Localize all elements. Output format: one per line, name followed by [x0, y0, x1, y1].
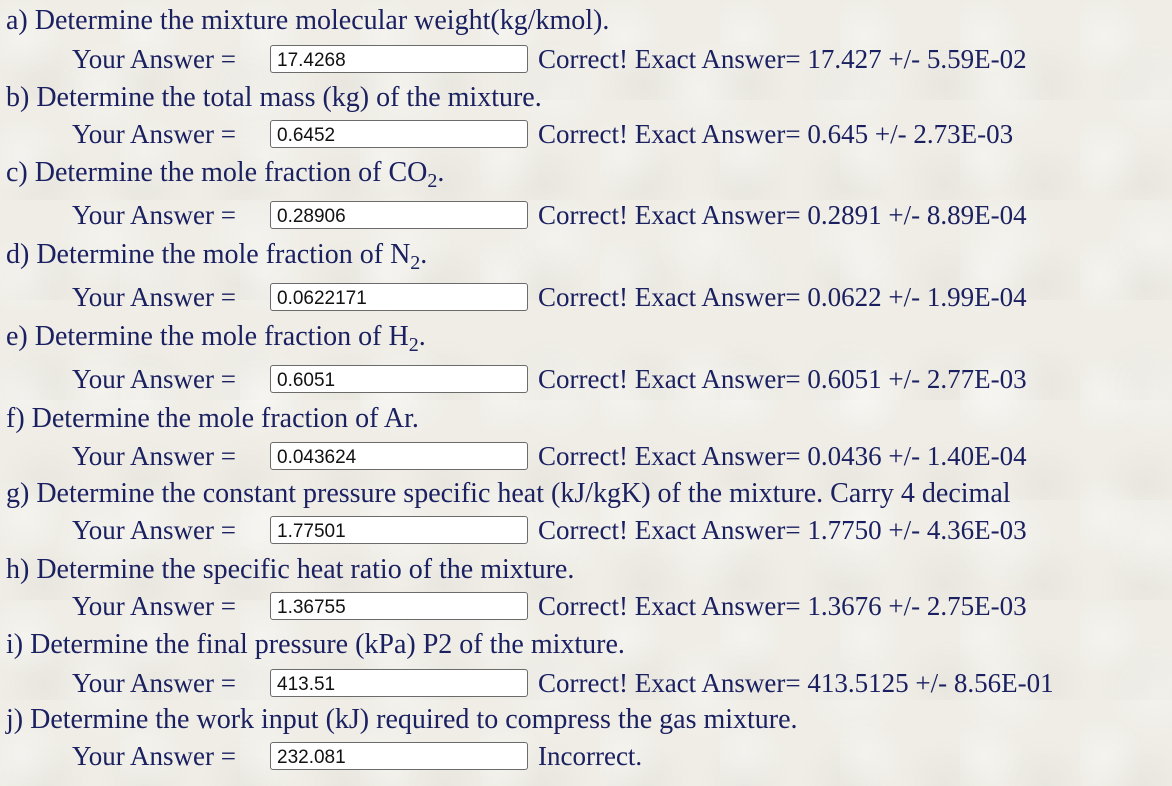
answer-input-e[interactable]	[270, 365, 528, 393]
answer-label: Your Answer =	[72, 741, 237, 771]
feedback-c: Correct! Exact Answer= 0.2891 +/- 8.89E-…	[538, 200, 1027, 230]
answer-input-b[interactable]	[270, 120, 528, 148]
feedback-j: Incorrect.	[538, 741, 643, 771]
answer-row-f: Your Answer = Correct! Exact Answer= 0.0…	[72, 440, 1027, 472]
answer-label: Your Answer =	[72, 119, 237, 149]
question-c-end: .	[437, 157, 445, 188]
question-e-text: e) Determine the mole fraction of H	[6, 321, 409, 352]
question-b: b) Determine the total mass (kg) of the …	[6, 82, 542, 113]
feedback-f: Correct! Exact Answer= 0.0436 +/- 1.40E-…	[538, 441, 1027, 471]
answer-row-h: Your Answer = Correct! Exact Answer= 1.3…	[72, 590, 1027, 622]
answer-label: Your Answer =	[72, 441, 237, 471]
answer-row-a: Your Answer = Correct! Exact Answer= 17.…	[72, 43, 1027, 75]
answer-row-j: Your Answer = Incorrect.	[72, 740, 642, 772]
answer-row-c: Your Answer = Correct! Exact Answer= 0.2…	[72, 199, 1027, 231]
question-c-text: c) Determine the mole fraction of CO	[6, 157, 428, 188]
answer-label: Your Answer =	[72, 200, 237, 230]
answer-row-b: Your Answer = Correct! Exact Answer= 0.6…	[72, 118, 1013, 150]
feedback-i: Correct! Exact Answer= 413.5125 +/- 8.56…	[538, 668, 1054, 698]
feedback-h: Correct! Exact Answer= 1.3676 +/- 2.75E-…	[538, 591, 1027, 621]
question-i: i) Determine the final pressure (kPa) P2…	[6, 629, 625, 660]
answer-label: Your Answer =	[72, 282, 237, 312]
feedback-g: Correct! Exact Answer= 1.7750 +/- 4.36E-…	[538, 515, 1027, 545]
feedback-b: Correct! Exact Answer= 0.645 +/- 2.73E-0…	[538, 119, 1014, 149]
answer-row-g: Your Answer = Correct! Exact Answer= 1.7…	[72, 514, 1027, 546]
feedback-d: Correct! Exact Answer= 0.0622 +/- 1.99E-…	[538, 282, 1027, 312]
question-d-text: d) Determine the mole fraction of N	[6, 239, 411, 270]
feedback-a: Correct! Exact Answer= 17.427 +/- 5.59E-…	[538, 44, 1027, 74]
question-e-subscript: 2	[408, 334, 419, 356]
answer-input-g[interactable]	[270, 516, 528, 544]
question-a: a) Determine the mixture molecular weigh…	[6, 5, 610, 36]
answer-input-c[interactable]	[270, 201, 528, 229]
answer-row-e: Your Answer = Correct! Exact Answer= 0.6…	[72, 363, 1027, 395]
answer-label: Your Answer =	[72, 515, 237, 545]
question-d: d) Determine the mole fraction of N2.	[6, 238, 428, 274]
answer-label: Your Answer =	[72, 44, 237, 74]
question-j: j) Determine the work input (kJ) require…	[6, 704, 798, 735]
question-c: c) Determine the mole fraction of CO2.	[6, 156, 445, 192]
answer-input-f[interactable]	[270, 442, 528, 470]
answer-input-h[interactable]	[270, 592, 528, 620]
question-e: e) Determine the mole fraction of H2.	[6, 320, 426, 356]
question-f: f) Determine the mole fraction of Ar.	[6, 403, 419, 434]
answer-row-i: Your Answer = Correct! Exact Answer= 413…	[72, 667, 1054, 699]
answer-row-d: Your Answer = Correct! Exact Answer= 0.0…	[72, 281, 1027, 313]
question-h: h) Determine the specific heat ratio of …	[6, 554, 575, 585]
answer-input-d[interactable]	[270, 283, 528, 311]
answer-input-a[interactable]	[270, 45, 528, 73]
feedback-e: Correct! Exact Answer= 0.6051 +/- 2.77E-…	[538, 364, 1027, 394]
question-g: g) Determine the constant pressure speci…	[6, 478, 1011, 509]
question-c-subscript: 2	[427, 170, 438, 192]
question-e-end: .	[418, 321, 426, 352]
question-d-end: .	[420, 239, 428, 270]
answer-label: Your Answer =	[72, 668, 237, 698]
answer-label: Your Answer =	[72, 364, 237, 394]
answer-input-j[interactable]	[270, 742, 528, 770]
question-d-subscript: 2	[410, 252, 421, 274]
answer-label: Your Answer =	[72, 591, 237, 621]
answer-input-i[interactable]	[270, 669, 528, 697]
